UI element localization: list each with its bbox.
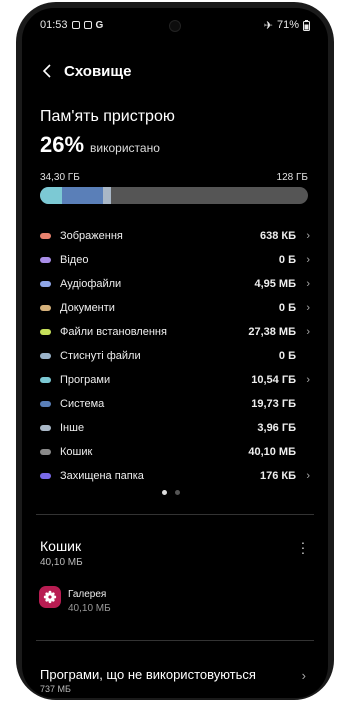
category-value: 19,73 ГБ bbox=[251, 398, 296, 410]
chevron-right-icon[interactable]: › bbox=[302, 668, 306, 683]
usage-bar-segment bbox=[40, 187, 62, 204]
category-label: Аудіофайли bbox=[60, 278, 122, 290]
category-row[interactable]: Документи 0 Б › bbox=[40, 296, 310, 320]
category-label: Інше bbox=[60, 422, 85, 434]
category-row[interactable]: Файли встановлення 27,38 МБ › bbox=[40, 320, 310, 344]
page-dot-active[interactable] bbox=[162, 490, 167, 495]
category-label: Система bbox=[60, 398, 105, 410]
chevron-right-icon[interactable]: › bbox=[296, 230, 310, 242]
total-size: 128 ГБ bbox=[276, 172, 308, 183]
storage-usage-bar bbox=[40, 187, 308, 204]
category-color-dot bbox=[40, 449, 51, 455]
category-label: Захищена папка bbox=[60, 470, 144, 482]
category-row[interactable]: Програми 10,54 ГБ › bbox=[40, 368, 310, 392]
storage-sizes: 34,30 ГБ 128 ГБ bbox=[40, 172, 308, 183]
category-label: Програми bbox=[60, 374, 111, 386]
chevron-right-icon[interactable]: › bbox=[296, 326, 310, 338]
divider bbox=[36, 514, 314, 515]
page-dot[interactable] bbox=[175, 490, 180, 495]
divider bbox=[36, 640, 314, 641]
category-row: Інше 3,96 ГБ bbox=[40, 416, 310, 440]
category-color-dot bbox=[40, 425, 51, 431]
category-color-dot bbox=[40, 257, 51, 263]
page-title: Сховище bbox=[64, 62, 132, 80]
category-value: 3,96 ГБ bbox=[257, 422, 296, 434]
category-color-dot bbox=[40, 353, 51, 359]
category-value: 4,95 МБ bbox=[254, 278, 296, 290]
category-row: Система 19,73 ГБ bbox=[40, 392, 310, 416]
used-size: 34,30 ГБ bbox=[40, 172, 80, 183]
category-color-dot bbox=[40, 233, 51, 239]
category-value: 0 Б bbox=[278, 254, 296, 266]
category-row[interactable]: Відео 0 Б › bbox=[40, 248, 310, 272]
trash-size: 40,10 МБ bbox=[40, 557, 83, 568]
back-arrow-icon bbox=[42, 64, 51, 78]
calendar-notification-icon bbox=[83, 21, 92, 29]
battery-percent: 71% bbox=[276, 19, 299, 31]
usage-summary: 26% використано bbox=[40, 132, 160, 158]
category-label: Документи bbox=[60, 302, 115, 314]
page-indicator bbox=[162, 490, 180, 495]
airplane-mode-icon: ✈ bbox=[263, 19, 273, 32]
category-label: Зображення bbox=[60, 230, 123, 242]
more-options-button[interactable]: · · · bbox=[300, 534, 306, 560]
category-row[interactable]: Захищена папка 176 КБ › bbox=[40, 464, 310, 488]
chevron-right-icon[interactable]: › bbox=[296, 374, 310, 386]
category-label: Стиснуті файли bbox=[60, 350, 141, 362]
category-value: 0 Б bbox=[278, 302, 296, 314]
unused-apps-size: 737 МБ bbox=[40, 684, 71, 694]
category-color-dot bbox=[40, 305, 51, 311]
usage-bar-segment bbox=[62, 187, 103, 204]
category-row[interactable]: Зображення 638 КБ › bbox=[40, 224, 310, 248]
battery-icon bbox=[303, 19, 310, 31]
category-color-dot bbox=[40, 329, 51, 335]
category-value: 0 Б bbox=[278, 350, 296, 362]
device-storage-title: Пам'ять пристрою bbox=[40, 108, 175, 125]
trash-title: Кошик bbox=[40, 538, 82, 554]
usage-percent: 26% bbox=[40, 132, 85, 157]
category-label: Відео bbox=[60, 254, 89, 266]
category-value: 638 КБ bbox=[259, 230, 296, 242]
chevron-right-icon[interactable]: › bbox=[296, 302, 310, 314]
usage-bar-segment bbox=[103, 187, 111, 204]
app-bar: Сховище bbox=[38, 60, 312, 82]
category-label: Кошик bbox=[60, 446, 93, 458]
gallery-app-name: Галерея bbox=[68, 589, 107, 600]
category-color-dot bbox=[40, 281, 51, 287]
category-value: 27,38 МБ bbox=[248, 326, 296, 338]
gallery-app-size: 40,10 МБ bbox=[68, 603, 111, 614]
unused-apps-title[interactable]: Програми, що не використовуються bbox=[40, 667, 256, 682]
flower-icon bbox=[43, 590, 57, 604]
front-camera bbox=[169, 20, 181, 32]
more-vert-icon: · · · bbox=[300, 534, 306, 560]
usage-label: використано bbox=[90, 141, 160, 155]
chevron-right-icon[interactable]: › bbox=[296, 254, 310, 266]
category-list: Зображення 638 КБ › Відео 0 Б › Аудіофайли 4,95… bbox=[40, 224, 310, 488]
back-button[interactable] bbox=[38, 61, 56, 81]
screen: 01:53 G ✈ 71% Сховище Пам'ять пристрою 2… bbox=[22, 8, 328, 698]
category-value: 176 КБ bbox=[259, 470, 296, 482]
category-value: 10,54 ГБ bbox=[251, 374, 296, 386]
category-row: Кошик 40,10 МБ bbox=[40, 440, 310, 464]
category-label: Файли встановлення bbox=[60, 326, 167, 338]
gallery-app-icon[interactable] bbox=[39, 586, 61, 608]
gallery-notification-icon bbox=[71, 21, 80, 29]
category-color-dot bbox=[40, 401, 51, 407]
category-color-dot bbox=[40, 377, 51, 383]
chevron-right-icon[interactable]: › bbox=[296, 470, 310, 482]
status-time: 01:53 bbox=[40, 19, 68, 31]
category-row: Стиснуті файли 0 Б bbox=[40, 344, 310, 368]
category-color-dot bbox=[40, 473, 51, 479]
chevron-right-icon[interactable]: › bbox=[296, 278, 310, 290]
category-row[interactable]: Аудіофайли 4,95 МБ › bbox=[40, 272, 310, 296]
category-value: 40,10 МБ bbox=[248, 446, 296, 458]
google-notification-icon: G bbox=[95, 19, 104, 31]
